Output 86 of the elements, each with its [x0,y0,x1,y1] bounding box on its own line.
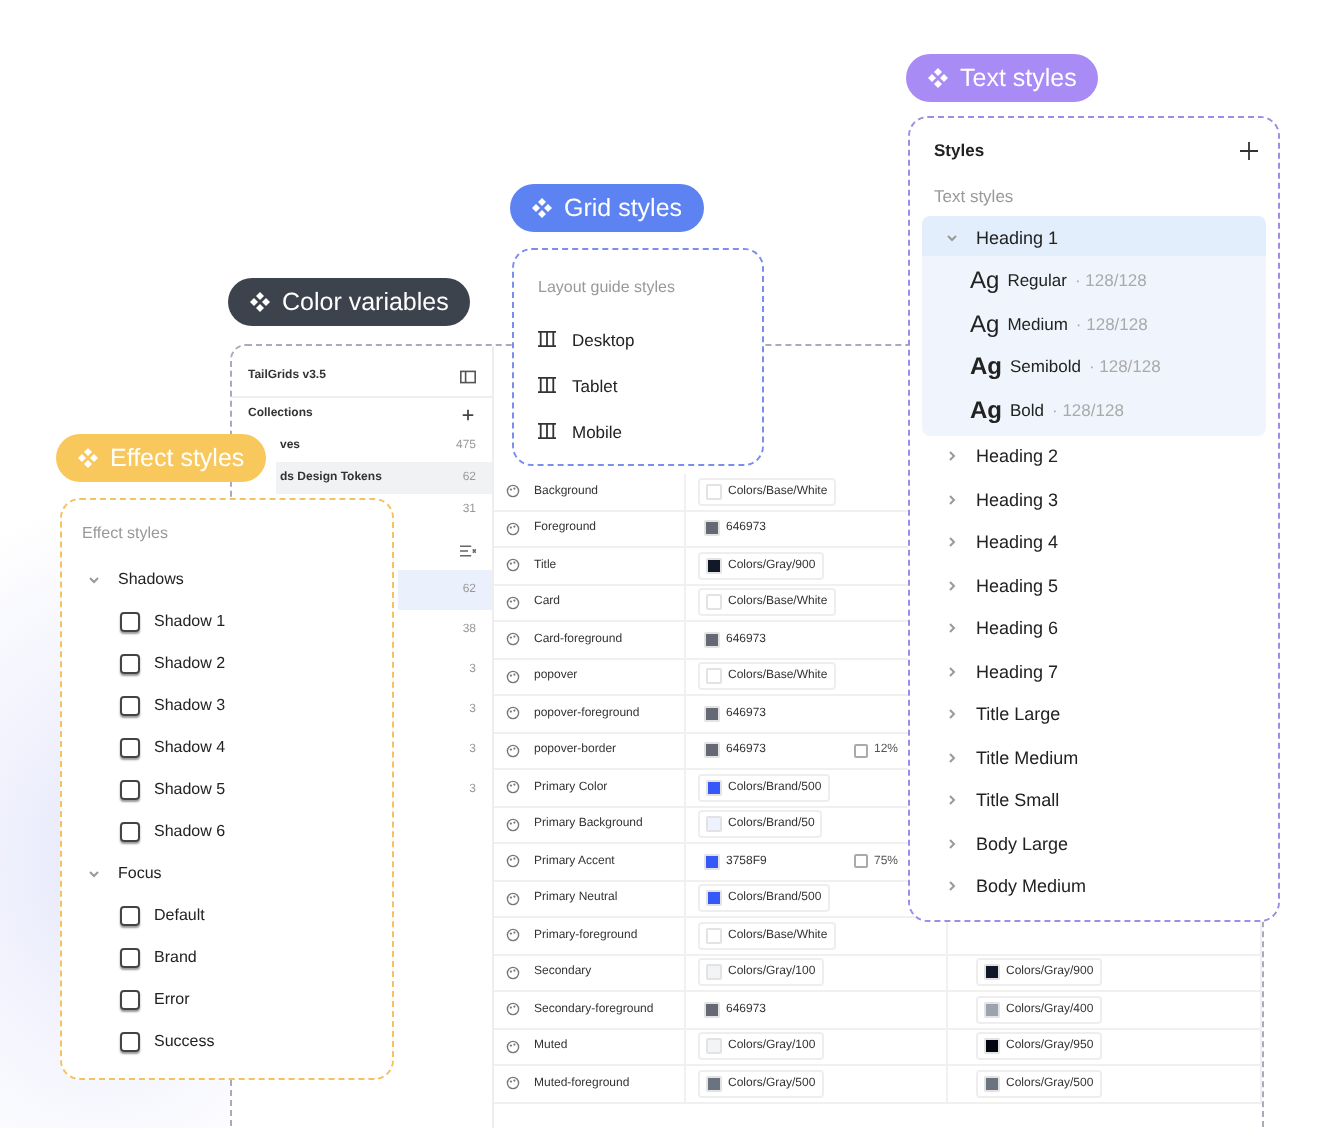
text-style-item[interactable]: Bold [1010,399,1045,420]
style-size: · 128/128 [1075,313,1148,334]
component-icon [250,292,270,312]
color-variables-badge: Color variables [228,278,471,326]
effect-style-item[interactable]: Success [154,1032,215,1050]
effect-icon [120,653,140,673]
palette-icon [506,669,520,684]
effect-style-item[interactable]: Error [154,990,190,1008]
palette-icon [506,558,520,573]
palette-icon [506,521,520,536]
effect-group[interactable]: Shadows [82,558,372,600]
text-style-group[interactable]: Title Medium [976,747,1079,768]
effect-icon [120,695,140,715]
columns-icon [538,330,556,348]
effect-icon [120,905,140,925]
effect-icon [120,1031,140,1051]
component-icon [532,198,552,218]
style-size: · 128/128 [1088,356,1161,377]
type-sample: Ag [970,266,1000,295]
text-style-group[interactable]: Title Small [976,790,1060,811]
section-label: Layout guide styles [538,278,677,296]
text-style-group[interactable]: Heading 4 [976,532,1059,553]
palette-icon [506,1002,520,1017]
add-icon[interactable] [1240,141,1258,159]
palette-icon [506,780,520,795]
effect-icon [120,779,140,799]
effect-icon [120,611,140,631]
effect-style-item[interactable]: Shadow 1 [154,612,226,630]
filter-icon[interactable] [460,543,476,557]
palette-icon [506,928,520,943]
type-sample: Ag [970,395,1002,424]
columns-icon [538,376,556,394]
add-icon[interactable] [460,407,476,421]
palette-icon [506,706,520,721]
palette-icon [506,743,520,758]
palette-icon [506,817,520,832]
effect-style-item[interactable]: Shadow 3 [154,696,226,714]
palette-icon [506,595,520,610]
section-label: Effect styles [82,524,170,542]
effect-style-item[interactable]: Shadow 2 [154,654,226,672]
section-label: Text styles [934,186,1016,206]
palette-icon [506,854,520,869]
component-icon [928,68,948,88]
grid-style-item[interactable]: Mobile [572,421,623,441]
panel-title: Styles [934,140,985,160]
effect-icon [120,737,140,757]
palette-icon [506,1039,520,1054]
text-style-item[interactable]: Semibold [1010,356,1081,377]
text-style-group[interactable]: Heading 2 [976,446,1059,467]
text-style-group[interactable]: Body Large [976,833,1069,854]
palette-icon [506,484,520,499]
text-styles-badge: Text styles [906,54,1099,102]
selected-style-group[interactable]: Heading 1 Ag Regular · 128/128 Ag Medium · 128/128 Ag Semibold · 128/128 Ag Bold · 128/128 [922,216,1266,435]
grid-styles-badge: Grid styles [510,184,705,232]
effect-icon [120,947,140,967]
text-style-group[interactable]: Body Medium [976,876,1087,897]
columns-icon [538,422,556,440]
effect-style-item[interactable]: Default [154,906,205,924]
effect-icon [120,989,140,1009]
grid-style-item[interactable]: Desktop [572,329,635,349]
palette-icon [506,965,520,980]
style-size: · 128/128 [1052,399,1124,420]
sidebar-toggle-icon[interactable] [460,369,476,383]
type-sample: Ag [970,309,1000,338]
effect-style-item[interactable]: Shadow 5 [154,780,226,798]
effect-style-item[interactable]: Brand [154,948,197,966]
text-style-group[interactable]: Heading 5 [976,575,1059,596]
text-style-group[interactable]: Heading 7 [976,661,1059,682]
text-style-item[interactable]: Regular [1007,270,1067,291]
text-style-item[interactable]: Medium [1007,313,1068,334]
palette-icon [506,891,520,906]
component-icon [78,448,98,468]
palette-icon [506,632,520,647]
effect-style-item[interactable]: Shadow 6 [154,822,226,840]
text-style-group[interactable]: Heading 6 [976,618,1059,639]
text-style-group[interactable]: Heading 3 [976,489,1059,510]
style-size: · 128/128 [1074,270,1147,291]
palette-icon [506,1076,520,1091]
grid-style-item[interactable]: Tablet [572,375,618,395]
text-style-group[interactable]: Heading 1 [976,227,1059,248]
effect-group[interactable]: Focus [82,852,372,894]
effect-styles-badge: Effect styles [56,434,267,482]
type-sample: Ag [970,352,1002,381]
effect-style-item[interactable]: Shadow 4 [154,738,226,756]
text-style-group[interactable]: Title Large [976,704,1061,725]
effect-icon [120,821,140,841]
